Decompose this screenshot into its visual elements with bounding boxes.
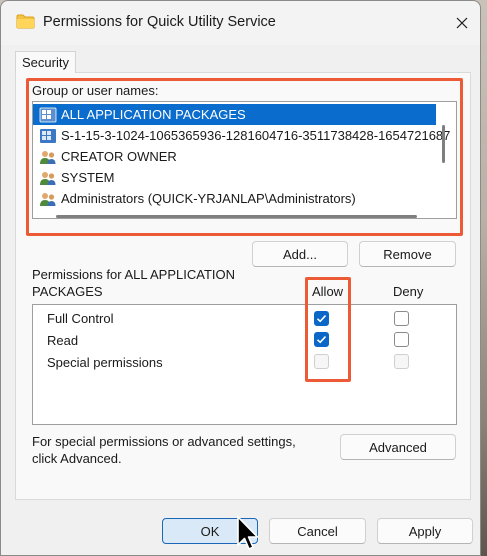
permissions-dialog: Permissions for Quick Utility Service Se… [0, 0, 481, 556]
cancel-button[interactable]: Cancel [269, 518, 366, 544]
perm-row-special-permissions: Special permissions [47, 355, 163, 370]
permissions-header-line1: Permissions for ALL APPLICATION [32, 267, 236, 282]
add-button[interactable]: Add... [252, 241, 348, 267]
annotation-highlight-user-list [26, 78, 463, 236]
advanced-button[interactable]: Advanced [340, 434, 456, 460]
tab-security[interactable]: Security [15, 51, 76, 73]
mouse-pointer-icon [237, 516, 259, 550]
close-button[interactable] [447, 9, 477, 37]
permissions-header-line2: PACKAGES [32, 284, 103, 299]
special-permissions-deny-checkbox [394, 354, 409, 369]
deny-column-header: Deny [393, 284, 424, 299]
remove-button[interactable]: Remove [359, 241, 456, 267]
dialog-title: Permissions for Quick Utility Service [43, 14, 276, 30]
apply-button[interactable]: Apply [377, 518, 473, 544]
title-bar: Permissions for Quick Utility Service [1, 1, 480, 45]
close-icon [456, 17, 468, 29]
perm-row-full-control: Full Control [47, 311, 114, 326]
full-control-deny-checkbox[interactable] [394, 311, 409, 326]
perm-row-read: Read [47, 333, 79, 348]
advanced-note-line1: For special permissions or advanced sett… [32, 434, 296, 449]
annotation-highlight-allow-column [305, 277, 351, 382]
folder-icon [16, 14, 35, 29]
advanced-note-line2: click Advanced. [32, 451, 122, 466]
read-deny-checkbox[interactable] [394, 332, 409, 347]
